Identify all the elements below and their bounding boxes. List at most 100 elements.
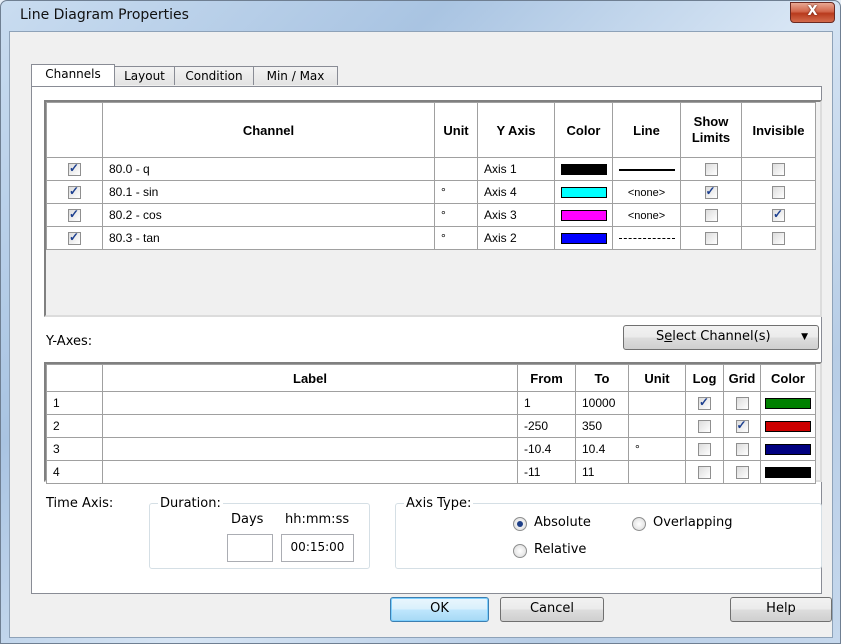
y-axis-color-cell[interactable] xyxy=(760,437,816,461)
radio-overlapping[interactable] xyxy=(632,517,646,531)
y-axis-to[interactable]: 350 xyxy=(575,414,629,438)
radio-absolute-label[interactable]: Absolute xyxy=(534,515,591,530)
channel-line-cell[interactable] xyxy=(612,226,681,250)
invisible-cell[interactable] xyxy=(741,157,816,181)
y-axis-from[interactable]: 1 xyxy=(517,391,576,415)
close-button[interactable]: X xyxy=(790,2,835,23)
tab-channels[interactable]: Channels xyxy=(31,64,115,86)
channel-enabled-cell[interactable] xyxy=(46,180,103,204)
help-button[interactable]: Help xyxy=(730,597,832,622)
channel-line-cell[interactable]: <none> xyxy=(612,180,681,204)
y-axis-row[interactable]: 4 -11 11 xyxy=(46,460,816,484)
channel-yaxis[interactable]: Axis 4 xyxy=(477,180,555,204)
channel-yaxis[interactable]: Axis 3 xyxy=(477,203,555,227)
y-axis-color-cell[interactable] xyxy=(760,414,816,438)
y-axis-to[interactable]: 10.4 xyxy=(575,437,629,461)
show-limits-cell[interactable] xyxy=(680,203,742,227)
tab-layout[interactable]: Layout xyxy=(114,66,175,85)
channel-enabled-checkbox[interactable] xyxy=(68,207,81,223)
channels-grid[interactable]: Channel Unit Y Axis Color Line Show Limit… xyxy=(44,100,822,317)
y-axis-from[interactable]: -10.4 xyxy=(517,437,576,461)
grid-checkbox[interactable] xyxy=(735,397,749,411)
channel-color-cell[interactable] xyxy=(554,157,613,181)
duration-time-input[interactable]: 00:15:00 xyxy=(281,534,354,562)
invisible-checkbox[interactable] xyxy=(772,232,785,246)
grid-checkbox[interactable] xyxy=(735,443,749,457)
radio-overlapping-label[interactable]: Overlapping xyxy=(653,515,732,530)
y-axis-label-cell[interactable] xyxy=(102,414,518,438)
channel-color-cell[interactable] xyxy=(554,203,613,227)
channel-row[interactable]: 80.3 - tan°Axis 2 xyxy=(46,226,816,250)
channel-color-cell[interactable] xyxy=(554,226,613,250)
invisible-checkbox[interactable] xyxy=(772,163,785,177)
channel-enabled-checkbox[interactable] xyxy=(68,161,81,177)
show-limits-cell[interactable] xyxy=(680,180,742,204)
tab-min-max[interactable]: Min / Max xyxy=(253,66,338,85)
log-cell[interactable] xyxy=(685,437,724,461)
log-cell[interactable] xyxy=(685,391,724,415)
y-axis-from[interactable]: -250 xyxy=(517,414,576,438)
invisible-checkbox[interactable] xyxy=(772,186,785,200)
log-checkbox[interactable] xyxy=(698,466,711,480)
channel-enabled-checkbox[interactable] xyxy=(68,184,81,200)
y-axis-label-cell[interactable] xyxy=(102,437,518,461)
channel-yaxis[interactable]: Axis 2 xyxy=(477,226,555,250)
y-axis-to[interactable]: 10000 xyxy=(575,391,629,415)
title-bar[interactable]: Line Diagram Properties X xyxy=(1,1,840,31)
channel-enabled-cell[interactable] xyxy=(46,157,103,181)
invisible-cell[interactable] xyxy=(741,226,816,250)
radio-absolute[interactable] xyxy=(513,517,527,531)
grid-checkbox[interactable] xyxy=(735,418,749,434)
channel-enabled-checkbox[interactable] xyxy=(68,230,81,246)
log-checkbox[interactable] xyxy=(698,395,711,411)
grid-cell[interactable] xyxy=(723,391,761,415)
channel-row[interactable]: 80.1 - sin°Axis 4 <none> xyxy=(46,180,816,204)
grid-cell[interactable] xyxy=(723,414,761,438)
y-axis-color-cell[interactable] xyxy=(760,460,816,484)
y-axis-label-cell[interactable] xyxy=(102,460,518,484)
log-cell[interactable] xyxy=(685,414,724,438)
y-axis-unit[interactable]: ° xyxy=(628,437,686,461)
y-axis-unit[interactable] xyxy=(628,460,686,484)
channel-yaxis[interactable]: Axis 1 xyxy=(477,157,555,181)
channel-enabled-cell[interactable] xyxy=(46,226,103,250)
y-axis-to[interactable]: 11 xyxy=(575,460,629,484)
show-limits-checkbox[interactable] xyxy=(704,209,718,223)
invisible-cell[interactable] xyxy=(741,203,816,227)
y-axis-unit[interactable] xyxy=(628,391,686,415)
channel-line-cell[interactable] xyxy=(612,157,681,181)
tab-condition[interactable]: Condition xyxy=(174,66,254,85)
show-limits-checkbox[interactable] xyxy=(704,232,718,246)
channel-row[interactable]: 80.0 - q Axis 1 xyxy=(46,157,816,181)
show-limits-cell[interactable] xyxy=(680,226,742,250)
y-axis-from[interactable]: -11 xyxy=(517,460,576,484)
grid-cell[interactable] xyxy=(723,437,761,461)
grid-checkbox[interactable] xyxy=(735,466,749,480)
show-limits-cell[interactable] xyxy=(680,157,742,181)
invisible-cell[interactable] xyxy=(741,180,816,204)
y-axes-grid[interactable]: Label From To Unit Log Grid Color 1 1 1000… xyxy=(44,362,822,484)
channel-row[interactable]: 80.2 - cos°Axis 3 <none> xyxy=(46,203,816,227)
y-axis-row[interactable]: 1 1 10000 xyxy=(46,391,816,415)
show-limits-checkbox[interactable] xyxy=(704,163,718,177)
select-channels-button[interactable]: Select Channel(s) ▼ xyxy=(623,325,819,350)
invisible-checkbox[interactable] xyxy=(772,207,785,223)
show-limits-checkbox[interactable] xyxy=(704,184,718,200)
channel-color-cell[interactable] xyxy=(554,180,613,204)
y-axis-color-cell[interactable] xyxy=(760,391,816,415)
cancel-button[interactable]: Cancel xyxy=(500,597,604,622)
y-axis-unit[interactable] xyxy=(628,414,686,438)
channel-enabled-cell[interactable] xyxy=(46,203,103,227)
log-checkbox[interactable] xyxy=(698,443,711,457)
y-axis-row[interactable]: 2 -250 350 xyxy=(46,414,816,438)
log-cell[interactable] xyxy=(685,460,724,484)
grid-cell[interactable] xyxy=(723,460,761,484)
channel-line-cell[interactable]: <none> xyxy=(612,203,681,227)
log-checkbox[interactable] xyxy=(698,420,711,434)
ok-button[interactable]: OK xyxy=(390,597,489,622)
radio-relative[interactable] xyxy=(513,544,527,558)
radio-relative-label[interactable]: Relative xyxy=(534,542,586,557)
y-axis-row[interactable]: 3 -10.4 10.4 ° xyxy=(46,437,816,461)
y-axis-label-cell[interactable] xyxy=(102,391,518,415)
days-input[interactable] xyxy=(227,534,273,562)
